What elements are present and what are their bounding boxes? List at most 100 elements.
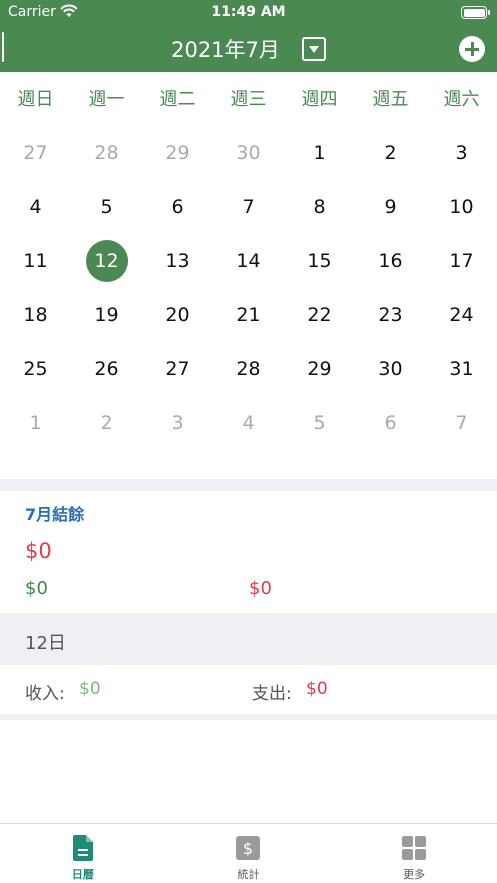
- add-button[interactable]: [459, 36, 485, 62]
- calendar-day[interactable]: 29: [142, 126, 213, 180]
- day-number: 4: [242, 412, 255, 434]
- day-number: 3: [455, 142, 468, 164]
- calendar-day[interactable]: 6: [355, 396, 426, 450]
- calendar-day[interactable]: 19: [71, 288, 142, 342]
- calendar-day[interactable]: 2: [71, 396, 142, 450]
- month-selector[interactable]: 2021年7月: [0, 26, 497, 72]
- day-number: 10: [449, 196, 474, 218]
- day-number: 20: [165, 304, 190, 326]
- calendar-day[interactable]: 3: [142, 396, 213, 450]
- income-label: 收入:: [25, 684, 65, 704]
- calendar-day[interactable]: 26: [71, 342, 142, 396]
- calendar-day[interactable]: 17: [426, 234, 497, 288]
- day-number: 15: [307, 250, 332, 272]
- tab-label: 更多: [403, 868, 426, 881]
- day-number: 27: [165, 358, 190, 380]
- tab-more[interactable]: 更多: [331, 824, 497, 883]
- status-bar: Carrier 11:49 AM: [0, 0, 497, 26]
- tab-bar: 日曆 $ 統計 更多: [0, 823, 497, 883]
- calendar-day[interactable]: 7: [213, 180, 284, 234]
- calendar-day[interactable]: 2: [355, 126, 426, 180]
- calendar-day[interactable]: 28: [71, 126, 142, 180]
- section-divider: [0, 714, 497, 720]
- income-total: $0: [25, 578, 48, 599]
- day-number: 6: [384, 412, 397, 434]
- day-number: 26: [94, 358, 119, 380]
- calendar-day[interactable]: 23: [355, 288, 426, 342]
- day-number: 28: [94, 142, 119, 164]
- grid-icon: [402, 836, 427, 860]
- calendar-day[interactable]: 25: [0, 342, 71, 396]
- day-number: 3: [171, 412, 184, 434]
- calendar-day[interactable]: 7: [426, 396, 497, 450]
- dollar-icon: $: [236, 836, 261, 860]
- calendar-day[interactable]: 16: [355, 234, 426, 288]
- calendar-day[interactable]: 20: [142, 288, 213, 342]
- dropdown-icon[interactable]: [301, 37, 326, 61]
- day-number: 18: [23, 304, 48, 326]
- calendar-day[interactable]: 8: [284, 180, 355, 234]
- day-number: 23: [378, 304, 403, 326]
- status-time: 11:49 AM: [211, 4, 286, 20]
- day-number: 5: [313, 412, 326, 434]
- selected-day-label: 12日: [25, 633, 66, 654]
- day-number: 2: [100, 412, 113, 434]
- month-summary: 7月結餘 $0 $0 $0: [0, 491, 497, 611]
- expense-value: $0: [306, 679, 328, 699]
- svg-text:$: $: [243, 839, 253, 858]
- day-number: 2: [384, 142, 397, 164]
- expense-total: $0: [249, 578, 272, 599]
- day-number: 22: [307, 304, 332, 326]
- calendar-day[interactable]: 3: [426, 126, 497, 180]
- day-number: 25: [23, 358, 48, 380]
- day-number: 13: [165, 250, 190, 272]
- calendar-day[interactable]: 13: [142, 234, 213, 288]
- calendar-day[interactable]: 10: [426, 180, 497, 234]
- calendar-day-selected[interactable]: 12: [71, 234, 142, 288]
- calendar-day[interactable]: 1: [0, 396, 71, 450]
- month-title[interactable]: 2021年7月: [171, 34, 280, 64]
- calendar-day[interactable]: 30: [355, 342, 426, 396]
- calendar-day[interactable]: 28: [213, 342, 284, 396]
- calendar-day[interactable]: 4: [213, 396, 284, 450]
- day-number: 21: [236, 304, 261, 326]
- calendar-day[interactable]: 5: [71, 180, 142, 234]
- day-number: 9: [384, 196, 397, 218]
- day-number: 24: [449, 304, 474, 326]
- tab-statistics[interactable]: $ 統計: [166, 824, 332, 883]
- day-number: 17: [449, 250, 474, 272]
- calendar-day[interactable]: 31: [426, 342, 497, 396]
- day-number: 12: [85, 240, 128, 282]
- calendar-day[interactable]: 27: [142, 342, 213, 396]
- calendar-day[interactable]: 29: [284, 342, 355, 396]
- weekday-label: 週一: [88, 89, 125, 110]
- calendar-day[interactable]: 27: [0, 126, 71, 180]
- day-number: 14: [236, 250, 261, 272]
- calendar-day[interactable]: 9: [355, 180, 426, 234]
- document-icon: [72, 835, 93, 861]
- expense-label: 支出:: [252, 684, 292, 704]
- calendar-day[interactable]: 4: [0, 180, 71, 234]
- calendar-day[interactable]: 11: [0, 234, 71, 288]
- calendar-day[interactable]: 18: [0, 288, 71, 342]
- day-number: 8: [313, 196, 326, 218]
- calendar-day[interactable]: 15: [284, 234, 355, 288]
- tab-calendar[interactable]: 日曆: [0, 824, 166, 883]
- calendar-day[interactable]: 5: [284, 396, 355, 450]
- tab-label: 統計: [237, 868, 260, 881]
- calendar-day[interactable]: 24: [426, 288, 497, 342]
- calendar-day[interactable]: 14: [213, 234, 284, 288]
- selected-day-header: 12日: [0, 613, 497, 665]
- day-number: 7: [455, 412, 468, 434]
- calendar-day[interactable]: 6: [142, 180, 213, 234]
- calendar-day[interactable]: 30: [213, 126, 284, 180]
- day-number: 28: [236, 358, 261, 380]
- tab-label: 日曆: [71, 868, 94, 881]
- weekday-header: 週日 週一 週二 週三 週四 週五 週六: [0, 80, 497, 120]
- calendar-day[interactable]: 1: [284, 126, 355, 180]
- weekday-label: 週四: [301, 89, 338, 110]
- day-number: 7: [242, 196, 255, 218]
- day-number: 29: [165, 142, 190, 164]
- calendar-day[interactable]: 22: [284, 288, 355, 342]
- calendar-day[interactable]: 21: [213, 288, 284, 342]
